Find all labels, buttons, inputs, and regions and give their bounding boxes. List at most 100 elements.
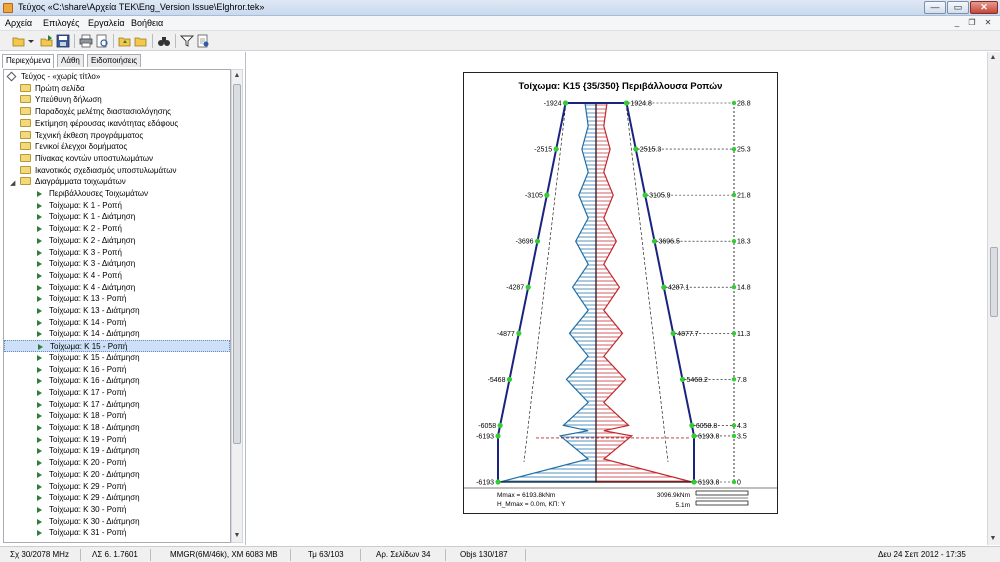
tree-root[interactable]: Τεύχος - «χωρίς τίτλο» [4,71,230,83]
tree-item-selected[interactable]: Τοίχωμα: Κ 15 - Ροπή [4,340,230,352]
tree-diagram-item[interactable]: Τοίχωμα: Κ 30 - Διάτμηση [4,516,230,528]
level-group: -3696 3696.5 18.3 [516,238,751,246]
tree-diagram-item[interactable]: Τοίχωμα: Κ 17 - Διάτμηση [4,399,230,411]
tree-diagram-item[interactable]: Τοίχωμα: Κ 4 - Ροπή [4,270,230,282]
open-folder-icon[interactable] [12,34,26,48]
tree-diagram-item[interactable]: Τοίχωμα: Κ 14 - Ροπή [4,317,230,329]
tree-diagram-item[interactable]: Τοίχωμα: Κ 13 - Διάτμηση [4,305,230,317]
tree-folder-item[interactable]: Υπεύθυνη δήλωση [4,94,230,106]
tree-folder-item[interactable]: Παραδοχές μελέτης διαστασιολόγησης [4,106,230,118]
tree-folder-item[interactable]: Εκτίμηση φέρουσας ικανότητας εδάφους [4,118,230,130]
tree-diagram-item[interactable]: Τοίχωμα: Κ 16 - Διάτμηση [4,375,230,387]
tree-diagram-item[interactable]: Τοίχωμα: Κ 29 - Διάτμηση [4,492,230,504]
tree-diagram-item[interactable]: Τοίχωμα: Κ 18 - Διάτμηση [4,422,230,434]
scroll-up-arrow-icon[interactable]: ▲ [988,52,998,64]
tree-folder-item[interactable]: ◢ Διαγράμματα τοιχωμάτων [4,176,230,188]
tree-diagram-item[interactable]: Τοίχωμα: Κ 14 - Διάτμηση [4,328,230,340]
save-icon[interactable] [56,34,70,48]
footer-scale-length: 5.1m [676,502,690,509]
maximize-button[interactable]: ▭ [947,1,969,14]
level-group: -4287 4287.1 14.8 [506,284,751,292]
tree-diagram-item[interactable]: Τοίχωμα: Κ 31 - Ροπή [4,527,230,539]
tree-diagram-item[interactable]: Τοίχωμα: Κ 30 - Ροπή [4,504,230,516]
scroll-up-arrow-icon[interactable]: ▲ [232,70,242,82]
tree-diagram-item[interactable]: Τοίχωμα: Κ 18 - Ροπή [4,410,230,422]
tree-folder-item[interactable]: Ικανοτικός σχεδιασμός υποστυλωμάτων [4,165,230,177]
export-icon[interactable] [40,34,54,48]
mdi-close-icon[interactable]: ✕ [982,18,994,28]
tree-scrollbar[interactable]: ▲ ▼ [231,69,243,543]
menu-help[interactable]: Βοήθεια [131,18,163,28]
diagram-leaf-icon [37,518,42,525]
tree-diagram-item[interactable]: Τοίχωμα: Κ 1 - Διάτμηση [4,211,230,223]
scroll-down-arrow-icon[interactable]: ▼ [988,533,998,545]
close-button[interactable]: ✕ [970,1,998,14]
tab-errors[interactable]: Λάθη [57,54,84,67]
envelope-node [534,238,541,244]
mdi-restore-icon[interactable]: ❐ [966,18,978,28]
diagram-leaf-icon [37,413,42,420]
folder-up-icon[interactable] [118,34,132,48]
tree-diagram-item[interactable]: Τοίχωμα: Κ 19 - Διάτμηση [4,445,230,457]
menu-options[interactable]: Επιλογές [43,18,79,28]
tree-diagram-item[interactable]: Τοίχωμα: Κ 29 - Ροπή [4,481,230,493]
mdi-minimize-icon[interactable]: _ [951,18,963,28]
level-elevation-label: 0 [737,480,741,487]
print-preview-icon[interactable] [95,34,109,48]
elevation-node [731,433,737,439]
scale-bar-length [695,500,749,506]
envelope-node [661,284,667,290]
diagram-leaf-icon [37,460,42,467]
tree-diagram-item[interactable]: Τοίχωμα: Κ 16 - Ροπή [4,364,230,376]
tree-diagram-item[interactable]: Τοίχωμα: Κ 19 - Ροπή [4,434,230,446]
settings-page-icon[interactable] [196,34,210,48]
document-scrollbar[interactable]: ▲ ▼ [987,52,1000,545]
menu-tools[interactable]: Εργαλεία [88,18,125,28]
binoculars-icon[interactable] [157,34,171,48]
scroll-down-arrow-icon[interactable]: ▼ [232,530,242,542]
tree-diagram-item[interactable]: Τοίχωμα: Κ 3 - Διάτμηση [4,258,230,270]
contents-tree: Τεύχος - «χωρίς τίτλο» Πρώτη σελίδα Υπεύθυ… [3,69,231,543]
tab-contents[interactable]: Περιεχόμενα [2,54,55,68]
level-elevation-label: 21.8 [737,193,751,200]
tree-diagram-item[interactable]: Τοίχωμα: Κ 20 - Ροπή [4,457,230,469]
menu-files[interactable]: Αρχεία [5,18,32,28]
tree-item-label: Τοίχωμα: Κ 1 - Ροπή [49,200,122,210]
minimize-button[interactable]: — [924,1,946,14]
envelope-left-line [497,102,567,482]
tree-diagram-item[interactable]: Τοίχωμα: Κ 4 - Διάτμηση [4,282,230,294]
folder-icon [20,165,31,174]
tree-diagram-item[interactable]: Τοίχωμα: Κ 2 - Διάτμηση [4,235,230,247]
tree-diagram-item[interactable]: Τοίχωμα: Κ 13 - Ροπή [4,293,230,305]
tree-diagram-item[interactable]: Τοίχωμα: Κ 1 - Ροπή [4,200,230,212]
document-scrollbar-thumb[interactable] [990,247,998,317]
footer-scale-moment: 3096.9kNm [657,492,690,499]
dropdown-arrow-icon[interactable] [27,34,41,48]
tree-item-label: Τοίχωμα: Κ 19 - Διάτμηση [49,446,140,456]
print-icon[interactable] [79,34,93,48]
filter-icon[interactable] [180,34,194,48]
level-moment-right: 3696.5 [658,239,680,246]
tree-folder-item[interactable]: Πρώτη σελίδα [4,83,230,95]
tree-diagram-item[interactable]: Τοίχωμα: Κ 15 - Διάτμηση [4,352,230,364]
tab-notifications[interactable]: Ειδοποιήσεις [87,54,142,67]
level-moment-left: -2515 [534,147,552,154]
elevation-node [731,100,737,106]
tree-folder-item[interactable]: Τεχνική έκθεση προγράμματος [4,130,230,142]
tree-diagram-item[interactable]: Τοίχωμα: Κ 17 - Ροπή [4,387,230,399]
tree-diagram-item[interactable]: Τοίχωμα: Κ 2 - Ροπή [4,223,230,235]
tree-folder-item[interactable]: Γενικοί έλεγχοι δομήματος [4,141,230,153]
level-moment-left: -3105 [525,193,543,200]
folder-icon [20,142,31,151]
tree-scrollbar-thumb[interactable] [233,84,241,444]
tree-diagram-item[interactable]: Τοίχωμα: Κ 20 - Διάτμηση [4,469,230,481]
status-separator [525,549,526,561]
tree-item-label: Τοίχωμα: Κ 16 - Ροπή [49,364,127,374]
tree-diagram-item[interactable]: Περιβάλλουσες Τοιχωμάτων [4,188,230,200]
folder-icon [20,130,31,139]
toolbar-separator [152,34,153,48]
folder-icon[interactable] [134,34,148,48]
tree-folder-item[interactable]: Πίνακας κοντών υποστυλωμάτων [4,153,230,165]
envelope-node [553,146,559,152]
tree-diagram-item[interactable]: Τοίχωμα: Κ 3 - Ροπή [4,247,230,259]
